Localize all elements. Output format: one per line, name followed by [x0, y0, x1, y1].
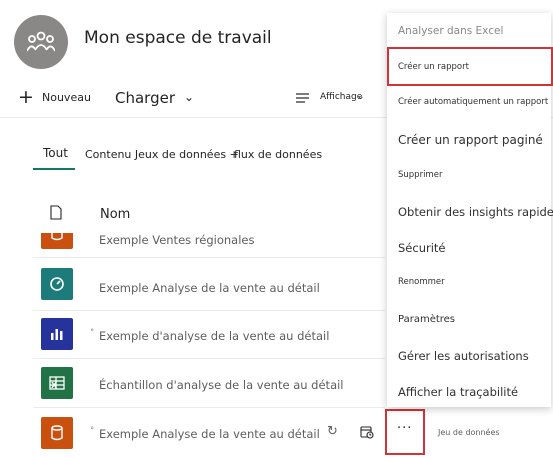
excel-icon: X — [41, 367, 73, 399]
table-row-name[interactable]: Exemple Analyse de la vente au détail — [99, 281, 320, 295]
chevron-down-icon[interactable]: ⌄ — [184, 90, 194, 104]
tab-content[interactable]: Contenu Jeux de données + — [85, 148, 239, 161]
database-icon — [41, 233, 73, 249]
ellipsis-icon[interactable]: ··· — [397, 421, 412, 436]
table-row-type: Jeu de données — [438, 428, 500, 437]
tab-dataflows[interactable]: flux de données — [234, 148, 322, 161]
menu-item-security[interactable]: Sécurité — [398, 241, 446, 255]
new-button[interactable]: Nouveau — [42, 91, 91, 104]
table-row-icon — [41, 233, 73, 249]
row-divider — [33, 407, 385, 408]
view-button[interactable]: Affichage — [320, 92, 362, 102]
row-divider — [33, 310, 385, 311]
menu-item-rename[interactable]: Renommer — [398, 277, 445, 287]
plus-icon[interactable]: + — [18, 88, 34, 107]
menu-item-create-report[interactable]: Créer un rapport — [398, 62, 469, 72]
tab-active-indicator — [33, 168, 75, 170]
dashboard-gauge-icon — [41, 268, 73, 300]
schedule-refresh-icon[interactable] — [360, 425, 374, 439]
list-view-icon[interactable] — [296, 93, 309, 103]
table-row-name[interactable]: Exemple Ventes régionales — [99, 233, 254, 247]
menu-item-paginated-report[interactable]: Créer un rapport paginé — [398, 133, 543, 147]
table-row-name[interactable]: Exemple d'analyse de la vente au détail — [99, 329, 329, 343]
menu-item-view-lineage[interactable]: Afficher la traçabilité — [398, 385, 518, 399]
svg-text:X: X — [51, 381, 58, 390]
sparkle-icon: ˳ — [90, 420, 95, 430]
table-row-name[interactable]: Exemple Analyse de la vente au détail — [99, 427, 320, 441]
menu-item-manage-permissions[interactable]: Gérer les autorisations — [398, 349, 529, 363]
table-row-name[interactable]: Échantillon d'analyse de la vente au dét… — [99, 378, 344, 392]
row-divider — [33, 257, 385, 258]
file-type-icon — [50, 205, 62, 220]
menu-item-auto-create-report[interactable]: Créer automatiquement un rapport — [398, 97, 548, 107]
upload-button[interactable]: Charger — [115, 89, 175, 107]
workspace-avatar — [14, 15, 68, 69]
database-icon — [41, 417, 73, 449]
refresh-icon[interactable]: ↻ — [327, 424, 338, 439]
bar-chart-icon — [41, 318, 73, 350]
column-header-name[interactable]: Nom — [100, 207, 130, 222]
row-divider — [33, 358, 385, 359]
menu-item-settings[interactable]: Paramètres — [398, 314, 455, 325]
workspace-title: Mon espace de travail — [84, 28, 272, 48]
sparkle-icon: ˳ — [90, 322, 95, 332]
menu-item-quick-insights[interactable]: Obtenir des insights rapides — [398, 205, 553, 219]
view-chevron-icon[interactable]: ⌄ — [357, 92, 365, 102]
menu-item-delete[interactable]: Supprimer — [398, 170, 442, 180]
tab-all[interactable]: Tout — [43, 146, 68, 160]
menu-item-analyze-excel[interactable]: Analyser dans Excel — [398, 25, 503, 37]
people-icon — [27, 31, 55, 52]
